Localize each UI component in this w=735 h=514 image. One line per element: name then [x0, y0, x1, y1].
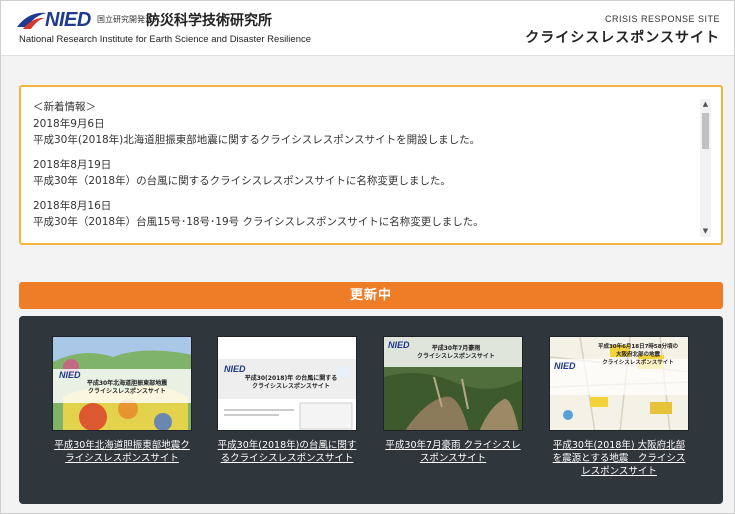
thumb-title: 平成30年7月豪雨 クライシスレスポンスサイト — [417, 345, 495, 360]
site-card-july-rain[interactable]: NIED 平成30年7月豪雨 クライシスレスポンスサイト 平成30年7月豪雨 ク… — [383, 336, 523, 465]
scroll-up-arrow-icon[interactable]: ▲ — [700, 99, 711, 110]
thumb-nied-logo: NIED — [59, 370, 81, 380]
card-link-typhoon[interactable]: 平成30年(2018年)の台風に関するクライシスレスポンスサイト — [217, 439, 357, 465]
nied-logo[interactable]: NIED 国立研究開発法人 防災科学技術研究所 National Researc… — [15, 9, 311, 49]
card-link-july-rain[interactable]: 平成30年7月豪雨 クライシスレスポンスサイト — [383, 439, 523, 465]
logo-japanese-name: 防災科学技術研究所 — [146, 13, 272, 29]
news-text: 平成30年（2018年）台風15号･18号･19号 クライシスレスポンスサイトに… — [33, 216, 484, 228]
site-header: NIED 国立研究開発法人 防災科学技術研究所 National Researc… — [1, 1, 734, 56]
site-title-english: CRISIS RESPONSE SITE — [604, 14, 720, 24]
thumb-title: 平成30年北海道胆振東部地震 クライシスレスポンスサイト — [86, 380, 168, 395]
nied-swoosh-icon — [17, 12, 47, 29]
site-card-osaka[interactable]: NIED 平成30年6月18日7時58分頃の 大阪府北部の地震 クライシスレスポ… — [549, 336, 689, 478]
news-date: 2018年8月19日 — [33, 159, 112, 171]
thumbnail-hokkaido[interactable]: NIED 平成30年北海道胆振東部地震 クライシスレスポンスサイト — [52, 336, 192, 431]
news-item: 2018年8月19日 平成30年（2018年）の台風に関するクライシスレスポンス… — [33, 157, 693, 189]
thumbnail-osaka[interactable]: NIED 平成30年6月18日7時58分頃の 大阪府北部の地震 クライシスレスポ… — [549, 336, 689, 431]
thumb-nied-logo: NIED — [554, 361, 576, 371]
site-cards-panel: NIED 平成30年北海道胆振東部地震 クライシスレスポンスサイト 平成30年北… — [19, 316, 723, 504]
scroll-down-arrow-icon[interactable]: ▼ — [700, 226, 711, 237]
news-text: 平成30年（2018年）の台風に関するクライシスレスポンスサイトに名称変更しまし… — [33, 175, 451, 187]
site-title-japanese: クライシスレスポンスサイト — [525, 30, 720, 46]
logo-english-name: National Research Institute for Earth Sc… — [19, 34, 312, 45]
thumb-title: 平成30(2018)年 の台風に関する クライシスレスポンスサイト — [244, 375, 338, 390]
site-title: CRISIS RESPONSE SITE クライシスレスポンスサイト — [525, 14, 720, 47]
updating-banner: 更新中 — [19, 282, 723, 309]
thumb-nied-logo: NIED — [388, 340, 410, 350]
thumbnail-typhoon[interactable]: NIED 平成30(2018)年 の台風に関する クライシスレスポンスサイト — [217, 336, 357, 431]
card-link-osaka[interactable]: 平成30年(2018年) 大阪府北部を震源とする地震 クライシスレスポンスサイト — [549, 439, 689, 478]
news-scrollbar[interactable]: ▲ ▼ — [700, 99, 711, 237]
thumb-title: 平成30年6月18日7時58分頃の 大阪府北部の地震 クライシスレスポンスサイト — [597, 344, 679, 366]
news-date: 2018年9月6日 — [33, 118, 105, 130]
scroll-thumb[interactable] — [702, 113, 709, 149]
site-card-typhoon[interactable]: NIED 平成30(2018)年 の台風に関する クライシスレスポンスサイト 平… — [217, 336, 357, 465]
page: NIED 国立研究開発法人 防災科学技術研究所 National Researc… — [0, 0, 735, 514]
news-item: 2018年9月6日 平成30年(2018年)北海道胆振東部地震に関するクライシス… — [33, 116, 693, 148]
card-link-hokkaido[interactable]: 平成30年北海道胆振東部地震クライシスレスポンスサイト — [52, 439, 192, 465]
news-date: 2018年8月16日 — [33, 200, 112, 212]
thumbnail-july-rain[interactable]: NIED 平成30年7月豪雨 クライシスレスポンスサイト — [383, 336, 523, 431]
news-text: 平成30年(2018年)北海道胆振東部地震に関するクライシスレスポンスサイトを開… — [33, 134, 481, 146]
news-item: 2018年8月16日 平成30年（2018年）台風15号･18号･19号 クライ… — [33, 198, 693, 230]
news-heading: ＜新着情報＞ — [33, 101, 96, 113]
logo-wordmark: NIED — [45, 9, 91, 31]
news-list: ＜新着情報＞ 2018年9月6日 平成30年(2018年)北海道胆振東部地震に関… — [33, 99, 693, 235]
thumb-nied-logo: NIED — [224, 364, 246, 374]
site-card-hokkaido[interactable]: NIED 平成30年北海道胆振東部地震 クライシスレスポンスサイト 平成30年北… — [52, 336, 192, 465]
news-box: ＜新着情報＞ 2018年9月6日 平成30年(2018年)北海道胆振東部地震に関… — [19, 85, 723, 245]
